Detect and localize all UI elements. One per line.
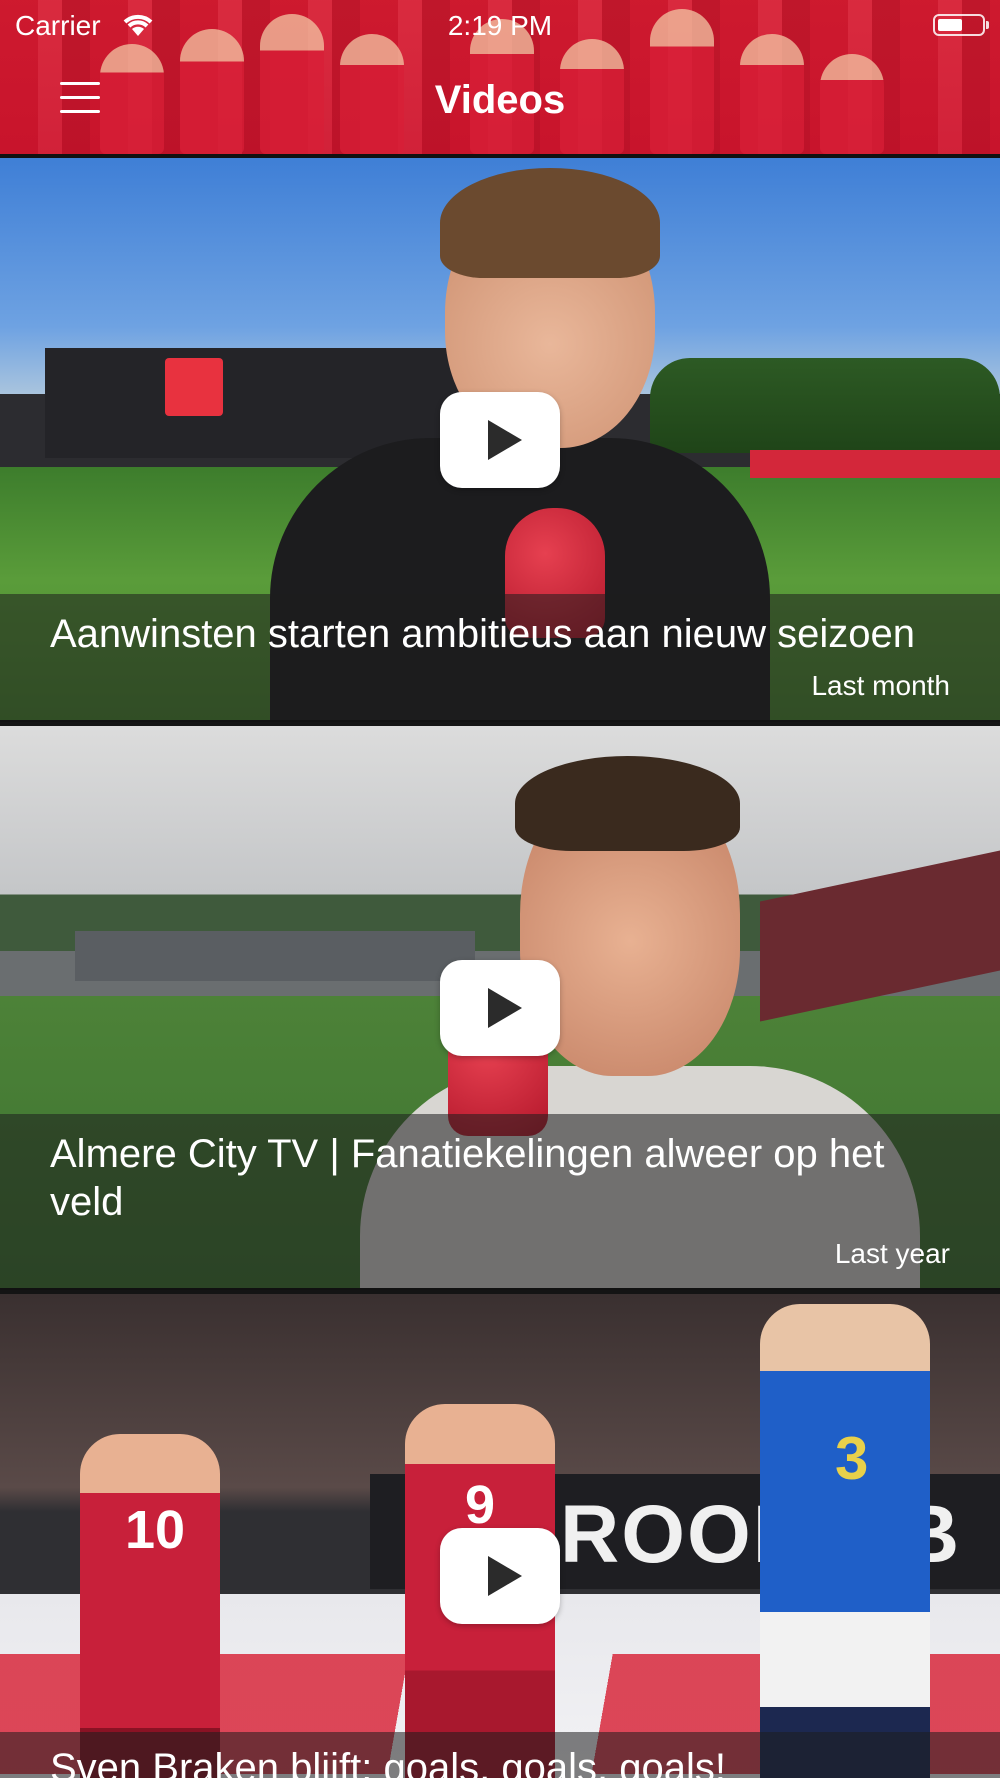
video-card[interactable]: ROON NB 10 9 3 Sven Braken blijft: goals… bbox=[0, 1294, 1000, 1778]
battery-icon bbox=[933, 14, 989, 36]
video-card[interactable]: Aanwinsten starten ambitieus aan nieuw s… bbox=[0, 158, 1000, 720]
status-bar: Carrier 2:19 PM bbox=[0, 0, 1000, 50]
video-date: Last year bbox=[834, 1238, 950, 1269]
page-title: Videos bbox=[434, 78, 566, 122]
video-title: Almere City TV | Fanatiekelingen alweer … bbox=[50, 1132, 885, 1224]
play-icon[interactable] bbox=[440, 392, 560, 488]
status-time: 2:19 PM bbox=[447, 10, 553, 41]
video-caption: Sven Braken blijft: goals, goals, goals! bbox=[0, 1732, 1000, 1778]
play-icon[interactable] bbox=[440, 1528, 560, 1624]
video-card[interactable]: Almere City TV | Fanatiekelingen alweer … bbox=[0, 726, 1000, 1288]
video-date: Last month bbox=[811, 670, 950, 701]
play-icon[interactable] bbox=[440, 960, 560, 1056]
video-caption: Almere City TV | Fanatiekelingen alweer … bbox=[0, 1114, 1000, 1288]
video-caption: Aanwinsten starten ambitieus aan nieuw s… bbox=[0, 594, 1000, 720]
app-header: Carrier 2:19 PM Videos bbox=[0, 0, 1000, 154]
video-title: Sven Braken blijft: goals, goals, goals! bbox=[50, 1746, 726, 1778]
video-title: Aanwinsten starten ambitieus aan nieuw s… bbox=[50, 612, 915, 656]
